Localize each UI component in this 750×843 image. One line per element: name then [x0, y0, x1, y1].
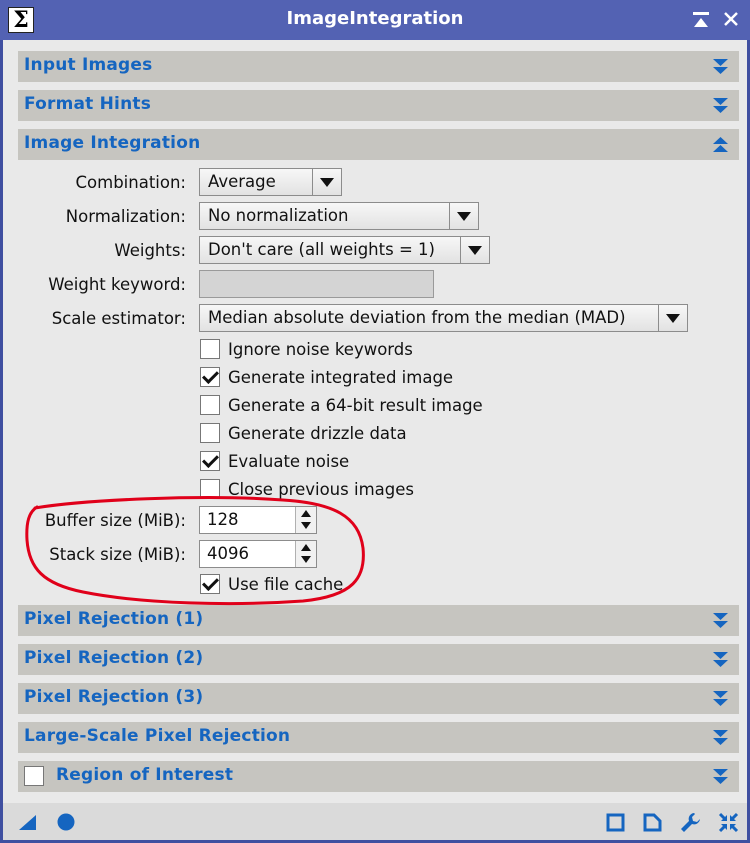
generate-64bit-result-checkbox[interactable] — [200, 395, 220, 415]
normalization-select[interactable]: No normalization — [199, 202, 479, 230]
use-file-cache-checkbox[interactable] — [200, 574, 220, 594]
dropdown-arrow-icon[interactable] — [312, 169, 341, 195]
section-title: Large-Scale Pixel Rejection — [24, 726, 291, 746]
apply-global-icon[interactable] — [56, 812, 76, 832]
section-title: Pixel Rejection (3) — [24, 687, 204, 707]
window-title: ImageIntegration — [286, 8, 464, 29]
scale-estimator-value: Median absolute deviation from the media… — [208, 308, 626, 327]
section-title: Region of Interest — [56, 765, 234, 785]
generate-integrated-image-checkbox[interactable] — [200, 367, 220, 387]
section-format-hints[interactable]: Format Hints — [18, 90, 739, 121]
expand-chevron-icon[interactable] — [712, 58, 729, 76]
buffer-size-value: 128 — [207, 510, 239, 529]
normalization-value: No normalization — [208, 206, 349, 225]
close-icon[interactable] — [723, 11, 739, 27]
section-region-of-interest[interactable]: Region of Interest — [18, 761, 739, 792]
weight-keyword-label: Weight keyword: — [48, 275, 186, 294]
combination-label: Combination: — [75, 173, 186, 192]
spin-arrows-icon[interactable] — [295, 541, 316, 567]
new-instance-icon[interactable] — [18, 814, 37, 831]
section-title: Pixel Rejection (1) — [24, 609, 204, 629]
expand-chevron-icon[interactable] — [712, 97, 729, 115]
weight-keyword-input[interactable] — [199, 270, 434, 298]
buffer-size-spinbox[interactable]: 128 — [199, 506, 317, 534]
ignore-noise-keywords-checkbox[interactable] — [200, 339, 220, 359]
collapse-chevron-icon[interactable] — [712, 136, 729, 154]
combination-select[interactable]: Average — [199, 168, 342, 196]
generate-drizzle-data-checkbox[interactable] — [200, 423, 220, 443]
expand-chevron-icon[interactable] — [712, 612, 729, 630]
document-icon[interactable] — [643, 813, 662, 832]
section-large-scale-pixel-rejection[interactable]: Large-Scale Pixel Rejection — [18, 722, 739, 753]
section-input-images[interactable]: Input Images — [18, 51, 739, 82]
spin-arrows-icon[interactable] — [295, 507, 316, 533]
section-image-integration[interactable]: Image Integration — [18, 129, 739, 160]
checkbox-label: Close previous images — [228, 480, 414, 499]
combination-value: Average — [208, 172, 276, 191]
expand-chevron-icon[interactable] — [712, 768, 729, 786]
shade-window-icon[interactable] — [692, 11, 710, 29]
scale-estimator-label: Scale estimator: — [51, 309, 186, 328]
reset-icon[interactable] — [718, 812, 739, 833]
expand-chevron-icon[interactable] — [712, 690, 729, 708]
dropdown-arrow-icon[interactable] — [460, 237, 489, 263]
expand-chevron-icon[interactable] — [712, 651, 729, 669]
checkbox-label: Use file cache — [228, 575, 344, 594]
region-of-interest-checkbox[interactable] — [24, 766, 44, 786]
process-toolbar — [3, 803, 747, 840]
preview-icon[interactable] — [606, 813, 625, 832]
section-pixel-rejection-3[interactable]: Pixel Rejection (3) — [18, 683, 739, 714]
section-title: Image Integration — [24, 133, 201, 153]
weights-select[interactable]: Don't care (all weights = 1) — [199, 236, 490, 264]
weights-label: Weights: — [114, 241, 186, 260]
checkbox-label: Ignore noise keywords — [228, 340, 413, 359]
dropdown-arrow-icon[interactable] — [658, 305, 687, 331]
dropdown-arrow-icon[interactable] — [449, 203, 478, 229]
weights-value: Don't care (all weights = 1) — [208, 240, 435, 259]
section-pixel-rejection-1[interactable]: Pixel Rejection (1) — [18, 605, 739, 636]
normalization-label: Normalization: — [65, 207, 186, 226]
buffer-size-label: Buffer size (MiB): — [44, 511, 186, 530]
stack-size-label: Stack size (MiB): — [49, 545, 186, 564]
image-integration-window: Σ ImageIntegration Input Images Format H… — [0, 0, 750, 843]
title-bar[interactable]: Σ ImageIntegration — [0, 0, 750, 40]
checkbox-label: Generate a 64-bit result image — [228, 396, 483, 415]
section-title: Pixel Rejection (2) — [24, 648, 204, 668]
wrench-icon[interactable] — [680, 812, 701, 833]
section-pixel-rejection-2[interactable]: Pixel Rejection (2) — [18, 644, 739, 675]
evaluate-noise-checkbox[interactable] — [200, 451, 220, 471]
scale-estimator-select[interactable]: Median absolute deviation from the media… — [199, 304, 688, 332]
red-annotation-circle — [25, 496, 365, 606]
stack-size-spinbox[interactable]: 4096 — [199, 540, 317, 568]
section-title: Input Images — [24, 55, 153, 75]
close-previous-images-checkbox[interactable] — [200, 479, 220, 499]
checkbox-label: Generate integrated image — [228, 368, 454, 387]
section-title: Format Hints — [24, 94, 152, 114]
checkbox-label: Evaluate noise — [228, 452, 350, 471]
stack-size-value: 4096 — [207, 544, 249, 563]
checkbox-label: Generate drizzle data — [228, 424, 407, 443]
expand-chevron-icon[interactable] — [712, 729, 729, 747]
